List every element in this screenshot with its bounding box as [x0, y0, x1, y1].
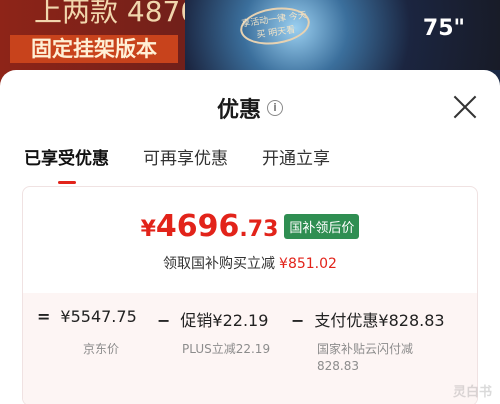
- discount-tabs: 已享受优惠 可再享优惠 开通立享: [24, 144, 364, 184]
- close-icon[interactable]: [452, 94, 478, 120]
- breakdown-value: ¥5547.75: [60, 307, 137, 326]
- banner-version-label: 固定挂架版本: [10, 35, 178, 63]
- equals-sign: =: [37, 307, 51, 326]
- breakdown-label: 支付优惠: [314, 311, 379, 330]
- tab-label: 已享受优惠: [24, 149, 109, 169]
- discount-sheet: 优惠 i 已享受优惠 可再享优惠 开通立享 ¥4696.73 国补领后价 领取国补购…: [0, 70, 500, 404]
- price-integer: 4696: [155, 209, 240, 244]
- tab-label: 可再享优惠: [143, 149, 228, 169]
- breakdown-item-promotion: − 促销¥22.19: [157, 307, 268, 331]
- price-breakdown: = ¥5547.75 京东价 − 促销¥22.19 PLUS立减22.19 − 支付优…: [23, 293, 477, 404]
- tv-image: 享活动一律 今天买 明天看 75": [185, 0, 500, 70]
- breakdown-caption: 京东价: [83, 342, 120, 356]
- subsidy-amount: ¥851.02: [279, 256, 337, 272]
- breakdown-item-payment: − 支付优惠¥828.83: [291, 307, 445, 331]
- tab-enjoyed-discounts[interactable]: 已享受优惠: [24, 144, 109, 184]
- minus-sign: −: [291, 311, 305, 330]
- sheet-title: 优惠: [216, 98, 261, 123]
- tv-size-label: 75": [422, 16, 465, 41]
- final-price: ¥4696.73: [141, 209, 279, 244]
- subsidy-price-badge: 国补领后价: [284, 214, 360, 239]
- subsidy-row: 领取国补购买立减 ¥851.02: [23, 253, 477, 273]
- tab-activate-discounts[interactable]: 开通立享: [262, 144, 330, 184]
- breakdown-value: ¥22.19: [212, 311, 269, 330]
- subsidy-label: 领取国补购买立减: [163, 256, 276, 272]
- final-price-row: ¥4696.73 国补领后价: [23, 209, 477, 244]
- info-icon[interactable]: i: [267, 100, 283, 116]
- sheet-header: 优惠 i: [0, 92, 500, 124]
- breakdown-value: ¥828.83: [378, 311, 445, 330]
- active-tab-indicator: [58, 181, 76, 184]
- minus-sign: −: [157, 311, 171, 330]
- breakdown-caption: 国家补贴云闪付减828.83: [317, 342, 414, 373]
- breakdown-item-jd-price: = ¥5547.75: [37, 307, 137, 326]
- watermark: 灵白书: [452, 385, 492, 400]
- currency-symbol: ¥: [140, 217, 156, 242]
- breakdown-caption: PLUS立减22.19: [182, 342, 271, 356]
- tab-more-discounts[interactable]: 可再享优惠: [143, 144, 228, 184]
- price-summary-card: ¥4696.73 国补领后价 领取国补购买立减 ¥851.02 = ¥5547.75 …: [22, 186, 478, 404]
- price-decimal: .73: [239, 217, 279, 242]
- banner-promo-tag: 享活动一律 今天买 明天看: [237, 3, 313, 49]
- tab-label: 开通立享: [262, 149, 330, 169]
- breakdown-label: 促销: [180, 311, 213, 330]
